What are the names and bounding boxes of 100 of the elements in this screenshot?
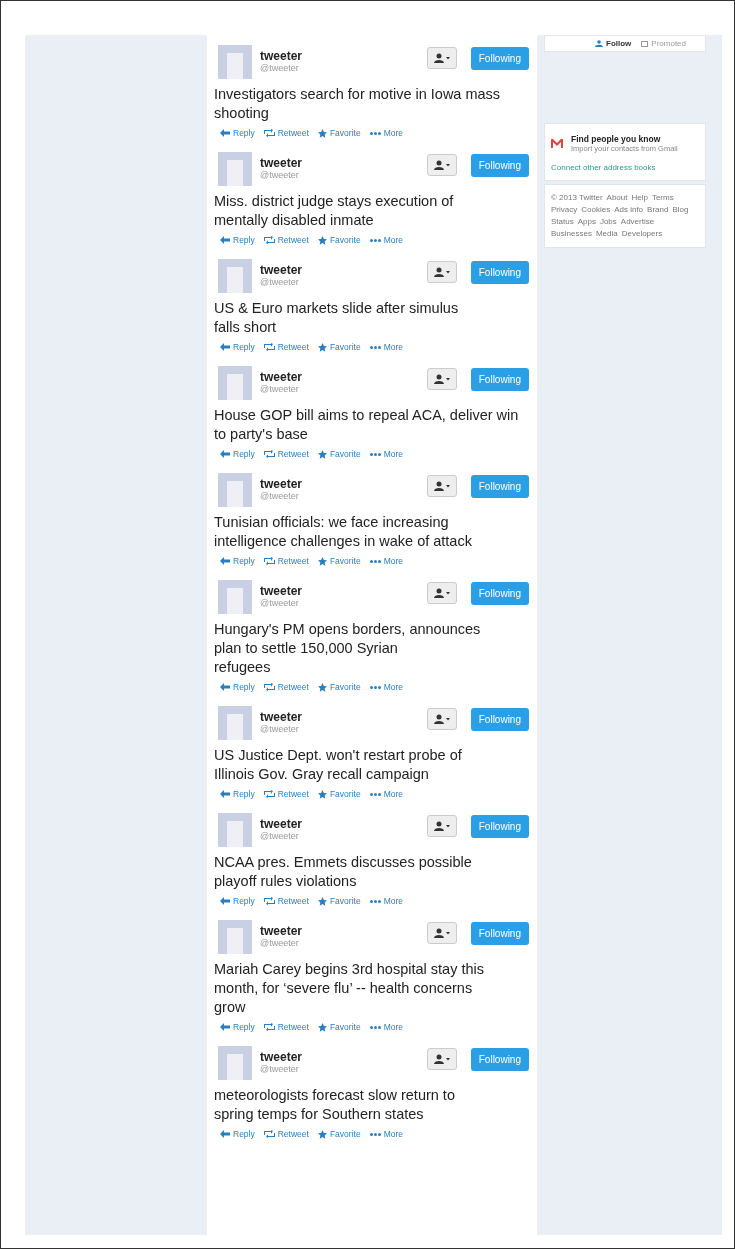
following-button[interactable]: Following <box>470 154 529 177</box>
tweet-action-link[interactable]: Retweet <box>263 682 309 692</box>
user-name: tweeter <box>260 817 304 831</box>
tweet-text: Miss. district judge stays execution of mentally disabled inmate <box>214 192 455 230</box>
following-button[interactable]: Following <box>470 582 529 605</box>
footer-link[interactable]: Ads info <box>614 205 644 215</box>
person-caret-icon <box>433 588 450 598</box>
user-actions-button[interactable] <box>426 708 457 730</box>
footer-link[interactable]: Developers <box>621 229 663 239</box>
following-button[interactable]: Following <box>470 1048 529 1071</box>
tweet-action-link[interactable]: Retweet <box>263 896 309 906</box>
tweet-action-link[interactable]: Reply <box>220 128 255 138</box>
tweet-action-link[interactable]: Reply <box>220 1022 255 1032</box>
user-name: tweeter <box>260 924 304 938</box>
tweet-action-link[interactable]: Favorite <box>317 1129 361 1139</box>
tweet-action-link[interactable]: Favorite <box>317 556 361 566</box>
tweet-action-link[interactable]: Favorite <box>317 449 361 459</box>
tweet-action-link[interactable]: Reply <box>220 896 255 906</box>
footer-link[interactable]: Jobs <box>599 217 617 227</box>
following-button[interactable]: Following <box>470 368 529 391</box>
user-actions-button[interactable] <box>426 1048 457 1070</box>
tweet-action-link[interactable]: Reply <box>220 789 255 799</box>
star-icon <box>317 235 327 245</box>
tweet-action-link[interactable]: Retweet <box>263 128 309 138</box>
tweet-text: House GOP bill aims to repeal ACA, deliver win to party's base <box>214 406 520 444</box>
tweet-action-link[interactable]: Retweet <box>263 556 309 566</box>
tweet-action-link[interactable]: Reply <box>220 235 255 245</box>
promoted-label: Promoted <box>641 39 686 48</box>
tweet-action-link[interactable]: More <box>369 342 403 352</box>
person-caret-icon <box>433 160 450 170</box>
tweet-action-link[interactable]: More <box>369 1129 403 1139</box>
footer-link[interactable]: Help <box>631 193 648 203</box>
following-button[interactable]: Following <box>470 815 529 838</box>
tweet-action-link[interactable]: Favorite <box>317 789 361 799</box>
star-icon <box>317 342 327 352</box>
user-actions-button[interactable] <box>426 815 457 837</box>
tweet-action-link[interactable]: Retweet <box>263 449 309 459</box>
tweet-action-link[interactable]: More <box>369 449 403 459</box>
footer-link[interactable]: Terms <box>651 193 674 203</box>
footer-link[interactable]: Status <box>551 217 574 227</box>
find-people-title: Find people you know <box>571 134 662 144</box>
tweet-action-link[interactable]: Favorite <box>317 128 361 138</box>
tweet-action-link[interactable]: Retweet <box>263 342 309 352</box>
user-actions-button[interactable] <box>426 475 457 497</box>
footer-link[interactable]: Businesses <box>551 229 592 239</box>
user-actions-button[interactable] <box>426 47 457 69</box>
star-icon <box>317 1022 327 1032</box>
tweet-action-link[interactable]: Favorite <box>317 235 361 245</box>
tweet-action-link[interactable]: More <box>369 556 403 566</box>
connect-address-books-link[interactable]: Connect other address books <box>551 163 699 172</box>
user-handle: @tweeter <box>260 384 300 394</box>
following-button[interactable]: Following <box>470 261 529 284</box>
tweet-action-link[interactable]: Retweet <box>263 1129 309 1139</box>
tweet-action-link[interactable]: Favorite <box>317 896 361 906</box>
tweet-action-link[interactable]: More <box>369 128 403 138</box>
tweet-action-link[interactable]: More <box>369 235 403 245</box>
avatar-icon <box>218 259 252 293</box>
tweet-action-link[interactable]: Favorite <box>317 1022 361 1032</box>
user-actions-button[interactable] <box>426 154 457 176</box>
tweet-action-link[interactable]: Favorite <box>317 682 361 692</box>
retweet-icon <box>263 129 275 137</box>
tweet-action-link[interactable]: Retweet <box>263 1022 309 1032</box>
footer-link[interactable]: Apps <box>577 217 596 227</box>
footer-link[interactable]: About <box>606 193 628 203</box>
person-caret-icon <box>433 821 450 831</box>
user-actions-button[interactable] <box>426 922 457 944</box>
tweet-text: meteorologists forecast slow return to spring temps for Southern states <box>214 1086 456 1124</box>
star-icon <box>317 449 327 459</box>
person-caret-icon <box>433 374 450 384</box>
user-name: tweeter <box>260 1050 304 1064</box>
user-actions-button[interactable] <box>426 368 457 390</box>
tweet-action-link[interactable]: More <box>369 682 403 692</box>
tweet-action-link[interactable]: More <box>369 789 403 799</box>
tweet-action-link[interactable]: Reply <box>220 1129 255 1139</box>
following-button[interactable]: Following <box>470 708 529 731</box>
following-button[interactable]: Following <box>470 922 529 945</box>
tweet-action-link[interactable]: Reply <box>220 449 255 459</box>
footer-link[interactable]: Media <box>595 229 618 239</box>
footer-link[interactable]: Brand <box>647 205 669 215</box>
tweet-action-link[interactable]: Favorite <box>317 342 361 352</box>
tweet-action-link[interactable]: More <box>369 1022 403 1032</box>
footer-link[interactable]: Advertise <box>620 217 655 227</box>
follow-link[interactable]: Follow <box>595 39 632 48</box>
user-name: tweeter <box>260 477 304 491</box>
star-icon <box>317 556 327 566</box>
footer-link[interactable]: Privacy <box>551 205 578 215</box>
following-button[interactable]: Following <box>470 47 529 70</box>
user-actions-button[interactable] <box>426 582 457 604</box>
tweet-action-link[interactable]: Retweet <box>263 789 309 799</box>
footer-link[interactable]: © 2013 Twitter <box>551 193 603 203</box>
footer-link[interactable]: Cookies <box>581 205 611 215</box>
tweet-action-link[interactable]: Reply <box>220 342 255 352</box>
following-button[interactable]: Following <box>470 475 529 498</box>
tweet-action-link[interactable]: Reply <box>220 556 255 566</box>
user-actions-button[interactable] <box>426 261 457 283</box>
tweet-action-link[interactable]: More <box>369 896 403 906</box>
tweet-text: Tunisian officials: we face increasing intelligence challenges in wake of attack <box>214 513 473 551</box>
tweet-action-link[interactable]: Reply <box>220 682 255 692</box>
footer-link[interactable]: Blog <box>672 205 689 215</box>
tweet-action-link[interactable]: Retweet <box>263 235 309 245</box>
